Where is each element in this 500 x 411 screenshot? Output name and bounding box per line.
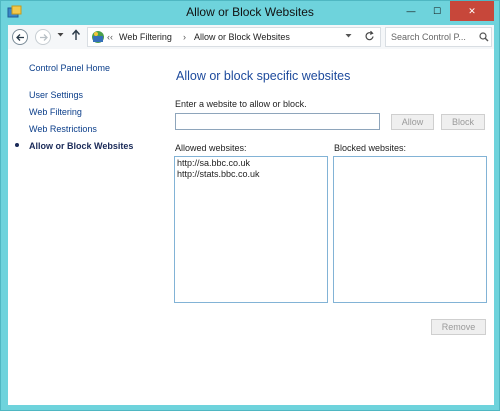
sidebar-item-web-restrictions[interactable]: Web Restrictions [29,124,97,134]
search-input[interactable]: Search Control P... [385,27,492,47]
address-bar: ‹‹ Web Filtering › Allow or Block Websit… [8,25,494,49]
control-panel-icon [92,31,104,43]
block-button[interactable]: Block [441,114,485,130]
minimize-icon: — [406,6,416,16]
breadcrumb-web-filtering[interactable]: Web Filtering [119,32,172,42]
remove-button[interactable]: Remove [431,319,486,335]
page-title: Allow or block specific websites [176,69,351,83]
sidebar-item-user-settings[interactable]: User Settings [29,90,83,100]
allowed-websites-list[interactable]: http://sa.bbc.co.uk http://stats.bbc.co.… [174,156,328,303]
forward-button[interactable] [35,29,51,45]
list-item[interactable]: http://stats.bbc.co.uk [177,169,325,180]
active-item-bullet [15,143,19,147]
sidebar-item-web-filtering[interactable]: Web Filtering [29,107,82,117]
sidebar-item-allow-or-block-websites: Allow or Block Websites [29,141,134,151]
search-icon[interactable] [479,32,489,42]
breadcrumb[interactable]: ‹‹ Web Filtering › Allow or Block Websit… [87,27,381,47]
breadcrumb-current[interactable]: Allow or Block Websites [194,32,290,42]
breadcrumb-overflow[interactable]: ‹‹ [107,32,113,42]
sidebar-item-control-panel-home[interactable]: Control Panel Home [29,63,110,73]
back-icon [15,33,24,41]
back-button[interactable] [12,29,28,45]
maximize-icon: ☐ [432,5,442,16]
breadcrumb-separator[interactable]: › [183,32,186,42]
list-item[interactable]: http://sa.bbc.co.uk [177,158,325,169]
minimize-button[interactable]: — [398,1,424,21]
recent-pages-icon[interactable] [57,32,64,38]
allowed-websites-label: Allowed websites: [175,143,247,153]
allow-button[interactable]: Allow [391,114,434,130]
website-url-input[interactable] [175,113,380,130]
search-placeholder: Search Control P... [391,32,466,42]
maximize-button[interactable]: ☐ [424,1,450,21]
blocked-websites-list[interactable] [333,156,487,303]
blocked-websites-label: Blocked websites: [334,143,407,153]
content-pane: Control Panel Home User Settings Web Fil… [8,49,494,405]
dropdown-icon[interactable] [345,31,352,41]
url-instruction-label: Enter a website to allow or block. [175,99,307,109]
close-button[interactable]: ✕ [450,1,494,21]
forward-icon [39,33,48,41]
up-icon[interactable] [71,29,81,41]
refresh-icon[interactable] [364,30,375,42]
window-frame: Allow or Block Websites — ☐ ✕ ‹‹ Web Fil… [0,0,500,411]
title-bar: Allow or Block Websites — ☐ ✕ [1,1,499,24]
close-icon: ✕ [468,5,476,16]
